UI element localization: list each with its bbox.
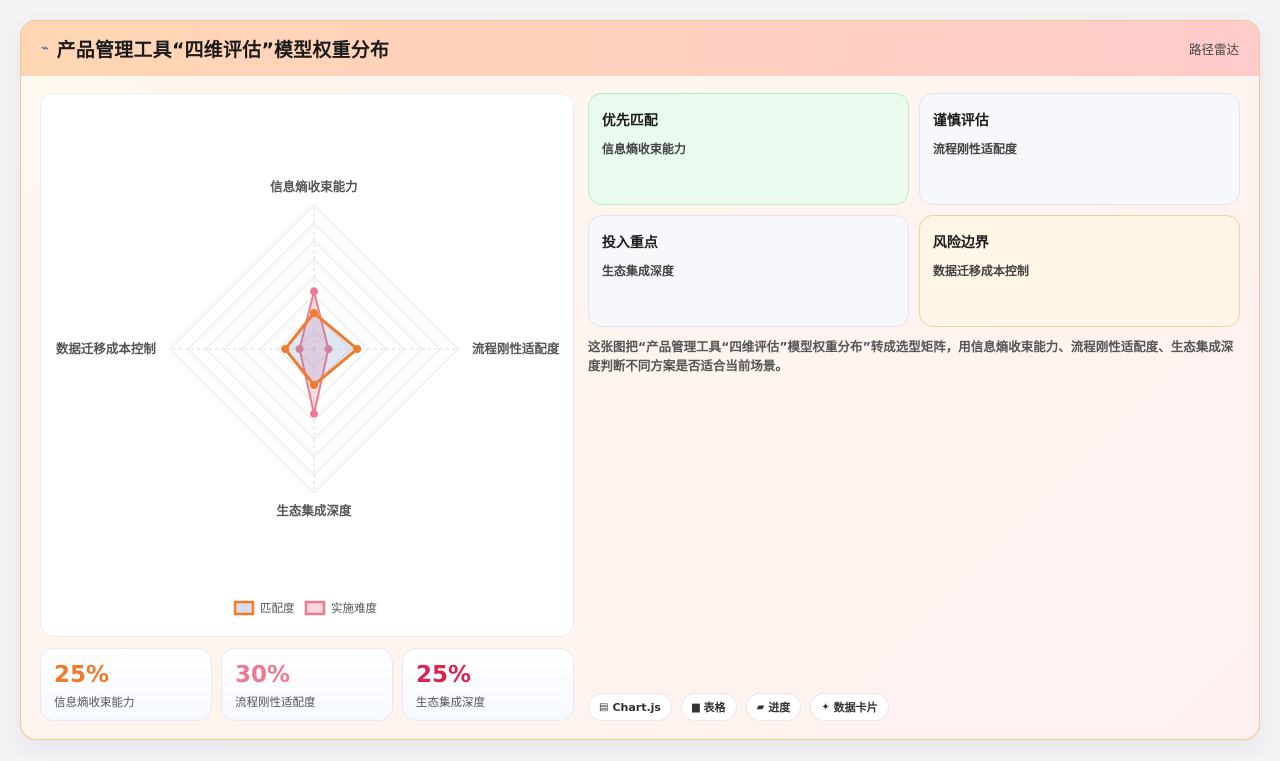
legend-label: 匹配度 xyxy=(260,601,295,615)
data-point xyxy=(310,309,318,317)
quad-sub: 生态集成深度 xyxy=(602,264,675,278)
stat-label-3: 生态集成深度 xyxy=(416,695,485,709)
chart-icon: ▤ xyxy=(599,701,609,713)
quad-card-priority: 优先匹配 信息熵收束能力 xyxy=(588,93,909,205)
stat-label-1: 信息熵收束能力 xyxy=(54,695,135,709)
quad-title: 风险边界 xyxy=(933,235,989,251)
quad-card-caution: 谨慎评估 流程刚性适配度 xyxy=(919,93,1240,205)
series-area xyxy=(283,311,359,387)
description-text: 这张图把“产品管理工具“四维评估”模型权重分布”转成选型矩阵，用信息熵收束能力、… xyxy=(588,339,1234,373)
card-icon: ✦ xyxy=(821,701,830,713)
axis-label: 流程刚性适配度 xyxy=(472,341,560,356)
chip-label: 数据卡片 xyxy=(833,701,878,714)
chip-progress[interactable]: ▰ 进度 xyxy=(745,693,802,721)
quad-title: 优先匹配 xyxy=(602,113,658,129)
chip-chartjs[interactable]: ▤ Chart.js xyxy=(588,693,672,721)
data-point xyxy=(310,287,318,296)
stat-label-2: 流程刚性适配度 xyxy=(235,695,316,709)
dashboard-card: ⌁ 产品管理工具“四维评估”模型权重分布 路径雷达 信息熵收束能力 流程刚性适配度… xyxy=(20,20,1260,740)
quad-title: 投入重点 xyxy=(602,235,658,251)
quad-card-risk: 风险边界 数据迁移成本控制 xyxy=(919,215,1240,327)
data-point xyxy=(281,345,290,353)
axis-label: 数据迁移成本控制 xyxy=(55,341,156,356)
chip-data-card[interactable]: ✦ 数据卡片 xyxy=(810,693,889,721)
legend-swatch xyxy=(304,600,326,616)
stat-card-3: 25% 生态集成深度 xyxy=(402,648,574,721)
chip-table[interactable]: ▆ 表格 xyxy=(680,693,737,721)
quad-sub: 流程刚性适配度 xyxy=(933,142,1018,156)
progress-icon: ▰ xyxy=(756,701,765,713)
legend-label: 实施难度 xyxy=(331,601,377,615)
stat-card-2: 30% 流程刚性适配度 xyxy=(221,648,393,721)
radar-icon: ⌁ xyxy=(41,41,49,56)
chip-label: 表格 xyxy=(703,701,726,714)
stat-value-3: 25% xyxy=(416,662,472,688)
stat-value-1: 25% xyxy=(54,662,110,688)
quad-title: 谨慎评估 xyxy=(933,113,989,129)
axis-label: 信息熵收束能力 xyxy=(270,179,358,194)
chip-label: 进度 xyxy=(768,701,791,714)
radar-chart: 信息熵收束能力流程刚性适配度生态集成深度 数据迁移成本控制匹配度 实施难度 xyxy=(55,179,560,616)
data-point xyxy=(310,381,318,389)
axis-label: 生态集成深度 xyxy=(276,503,352,518)
stat-card-1: 25% 信息熵收束能力 xyxy=(40,648,212,721)
quad-sub: 数据迁移成本控制 xyxy=(933,264,1030,278)
header-bar: ⌁ 产品管理工具“四维评估”模型权重分布 路径雷达 xyxy=(21,21,1259,76)
table-icon: ▆ xyxy=(691,701,700,713)
header-tag: 路径雷达 xyxy=(1188,42,1239,57)
data-point xyxy=(353,345,362,353)
chip-label: Chart.js xyxy=(612,700,661,714)
quad-card-invest: 投入重点 生态集成深度 xyxy=(588,215,909,327)
page-title: 产品管理工具“四维评估”模型权重分布 xyxy=(56,39,390,61)
legend-swatch xyxy=(233,600,255,616)
data-point xyxy=(310,409,318,418)
feature-chips: ▤ Chart.js ▆ 表格 ▰ 进度 ✦ 数据卡片 xyxy=(588,693,889,721)
stat-value-2: 30% xyxy=(235,662,291,688)
title-group: ⌁ 产品管理工具“四维评估”模型权重分布 xyxy=(41,35,389,62)
quad-sub: 信息熵收束能力 xyxy=(602,142,687,156)
radar-chart-panel: 信息熵收束能力流程刚性适配度生态集成深度 数据迁移成本控制匹配度 实施难度 xyxy=(40,93,574,637)
